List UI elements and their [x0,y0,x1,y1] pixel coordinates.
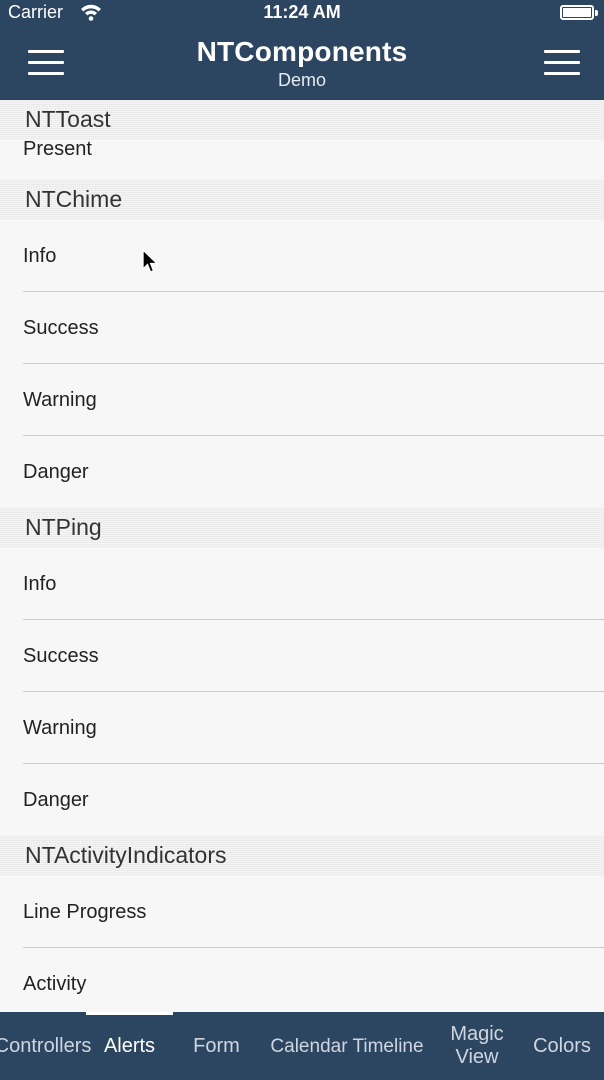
list-item-ping-warning[interactable]: Warning [0,692,604,764]
mouse-cursor-icon [142,249,159,273]
list-item-chime-info[interactable]: Info [0,220,604,292]
page-title: NTComponents [196,36,408,67]
list-item-toast-present[interactable]: Present [0,139,604,180]
section-header-ntactivityindicators: NTActivityIndicators [0,836,604,876]
page-subtitle: Demo [277,70,326,90]
status-time: 11:24 AM [263,2,341,22]
tab-alerts[interactable]: Alerts [86,1012,173,1080]
tab-colors[interactable]: Colors [520,1012,604,1080]
list-item-chime-danger[interactable]: Danger [0,436,604,508]
tab-magic-view[interactable]: Magic View [434,1012,520,1080]
status-bar: Carrier 11:24 AM [0,0,604,26]
tab-bar: Controllers Alerts Form Calendar Timelin… [0,1012,604,1080]
section-header-ntping: NTPing [0,508,604,548]
list-item-chime-success[interactable]: Success [0,292,604,364]
tab-calendar-timeline[interactable]: Calendar Timeline [260,1012,434,1080]
list-item-ping-danger[interactable]: Danger [0,764,604,836]
alerts-list[interactable]: NTToast Present NTChime Info Success War… [0,100,604,1012]
section-header-ntchime: NTChime [0,180,604,220]
tab-controllers[interactable]: Controllers [0,1012,91,1080]
nav-bar: NTComponents Demo [0,26,604,100]
menu-icon[interactable] [544,50,580,76]
list-item-activity[interactable]: Activity [0,948,604,1012]
battery-icon [560,5,598,20]
list-item-chime-warning[interactable]: Warning [0,364,604,436]
list-item-line-progress[interactable]: Line Progress [0,876,604,948]
list-item-ping-success[interactable]: Success [0,620,604,692]
section-header-nttoast: NTToast [0,100,604,140]
tab-form[interactable]: Form [173,1012,260,1080]
list-item-ping-info[interactable]: Info [0,548,604,620]
